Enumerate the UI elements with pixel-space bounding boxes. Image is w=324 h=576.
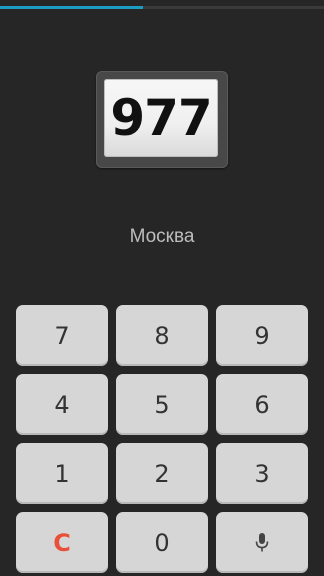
progress-bar [0, 0, 324, 9]
region-code-plate-inner: 977 [104, 79, 218, 157]
city-label: Москва [129, 226, 195, 247]
key-6[interactable]: 6 [216, 374, 308, 435]
key-8[interactable]: 8 [116, 305, 208, 366]
clear-button[interactable]: C [16, 512, 108, 573]
progress-fill [0, 6, 143, 9]
voice-input-button[interactable] [216, 512, 308, 573]
key-3[interactable]: 3 [216, 443, 308, 504]
key-4[interactable]: 4 [16, 374, 108, 435]
key-0[interactable]: 0 [116, 512, 208, 573]
region-code: 977 [110, 89, 212, 147]
keypad: 7 8 9 4 5 6 1 2 3 C 0 [16, 305, 308, 573]
key-1[interactable]: 1 [16, 443, 108, 504]
key-7[interactable]: 7 [16, 305, 108, 366]
key-2[interactable]: 2 [116, 443, 208, 504]
microphone-icon [255, 532, 269, 554]
region-code-plate: 977 [96, 71, 228, 168]
key-9[interactable]: 9 [216, 305, 308, 366]
key-5[interactable]: 5 [116, 374, 208, 435]
